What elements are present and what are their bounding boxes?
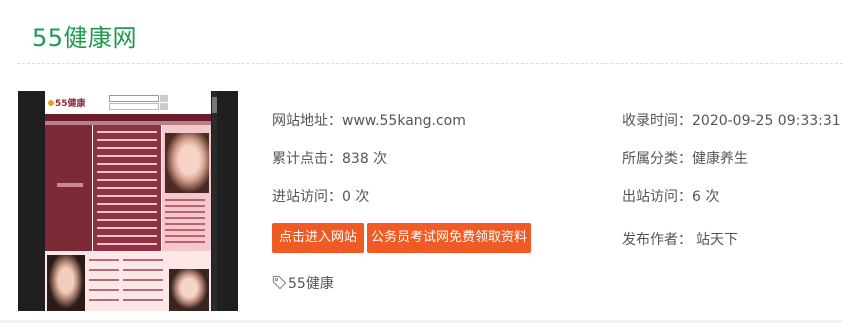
out-visits-value: 6 次: [692, 189, 720, 205]
promo-button[interactable]: 公务员考试网免费领取资料: [367, 223, 531, 253]
clicks-value: 838 次: [342, 151, 388, 167]
divider: [17, 63, 843, 64]
tag-icon: [272, 275, 287, 294]
thumbnail-page: 55健康: [45, 91, 211, 311]
author-row: 发布作者： 站天下: [622, 229, 738, 249]
url-row: 网站地址：www.55kang.com: [272, 110, 466, 130]
recorded-label: 收录时间：: [622, 113, 692, 129]
recorded-row: 收录时间：2020-09-25 09:33:31: [622, 110, 841, 130]
site-detail-card: 55健康网 55健康 网站地址：www.55kang.com 累计点击：838 …: [0, 0, 843, 323]
thumbnail-logo: 55健康: [55, 99, 86, 109]
category-row: 所属分类：健康养生: [622, 148, 748, 168]
page-title: 55健康网: [32, 24, 138, 52]
out-visits-row: 出站访问：6 次: [622, 186, 719, 206]
url-label: 网站地址：: [272, 113, 342, 129]
visit-site-button[interactable]: 点击进入网站: [272, 223, 364, 253]
thumbnail-scrollbar: [212, 91, 217, 311]
in-visits-label: 进站访问：: [272, 189, 342, 205]
category-label: 所属分类：: [622, 151, 692, 167]
in-visits-value: 0 次: [342, 189, 370, 205]
out-visits-label: 出站访问：: [622, 189, 692, 205]
recorded-value: 2020-09-25 09:33:31: [692, 113, 841, 129]
tag-label: 55健康: [288, 276, 334, 292]
author-value[interactable]: 站天下: [696, 232, 738, 248]
clicks-row: 累计点击：838 次: [272, 148, 387, 168]
author-label: 发布作者：: [622, 232, 692, 248]
site-thumbnail[interactable]: 55健康: [18, 91, 238, 311]
url-value[interactable]: www.55kang.com: [342, 113, 466, 129]
in-visits-row: 进站访问：0 次: [272, 186, 369, 206]
category-value[interactable]: 健康养生: [692, 151, 748, 167]
site-tag[interactable]: 55健康: [272, 273, 334, 294]
clicks-label: 累计点击：: [272, 151, 342, 167]
